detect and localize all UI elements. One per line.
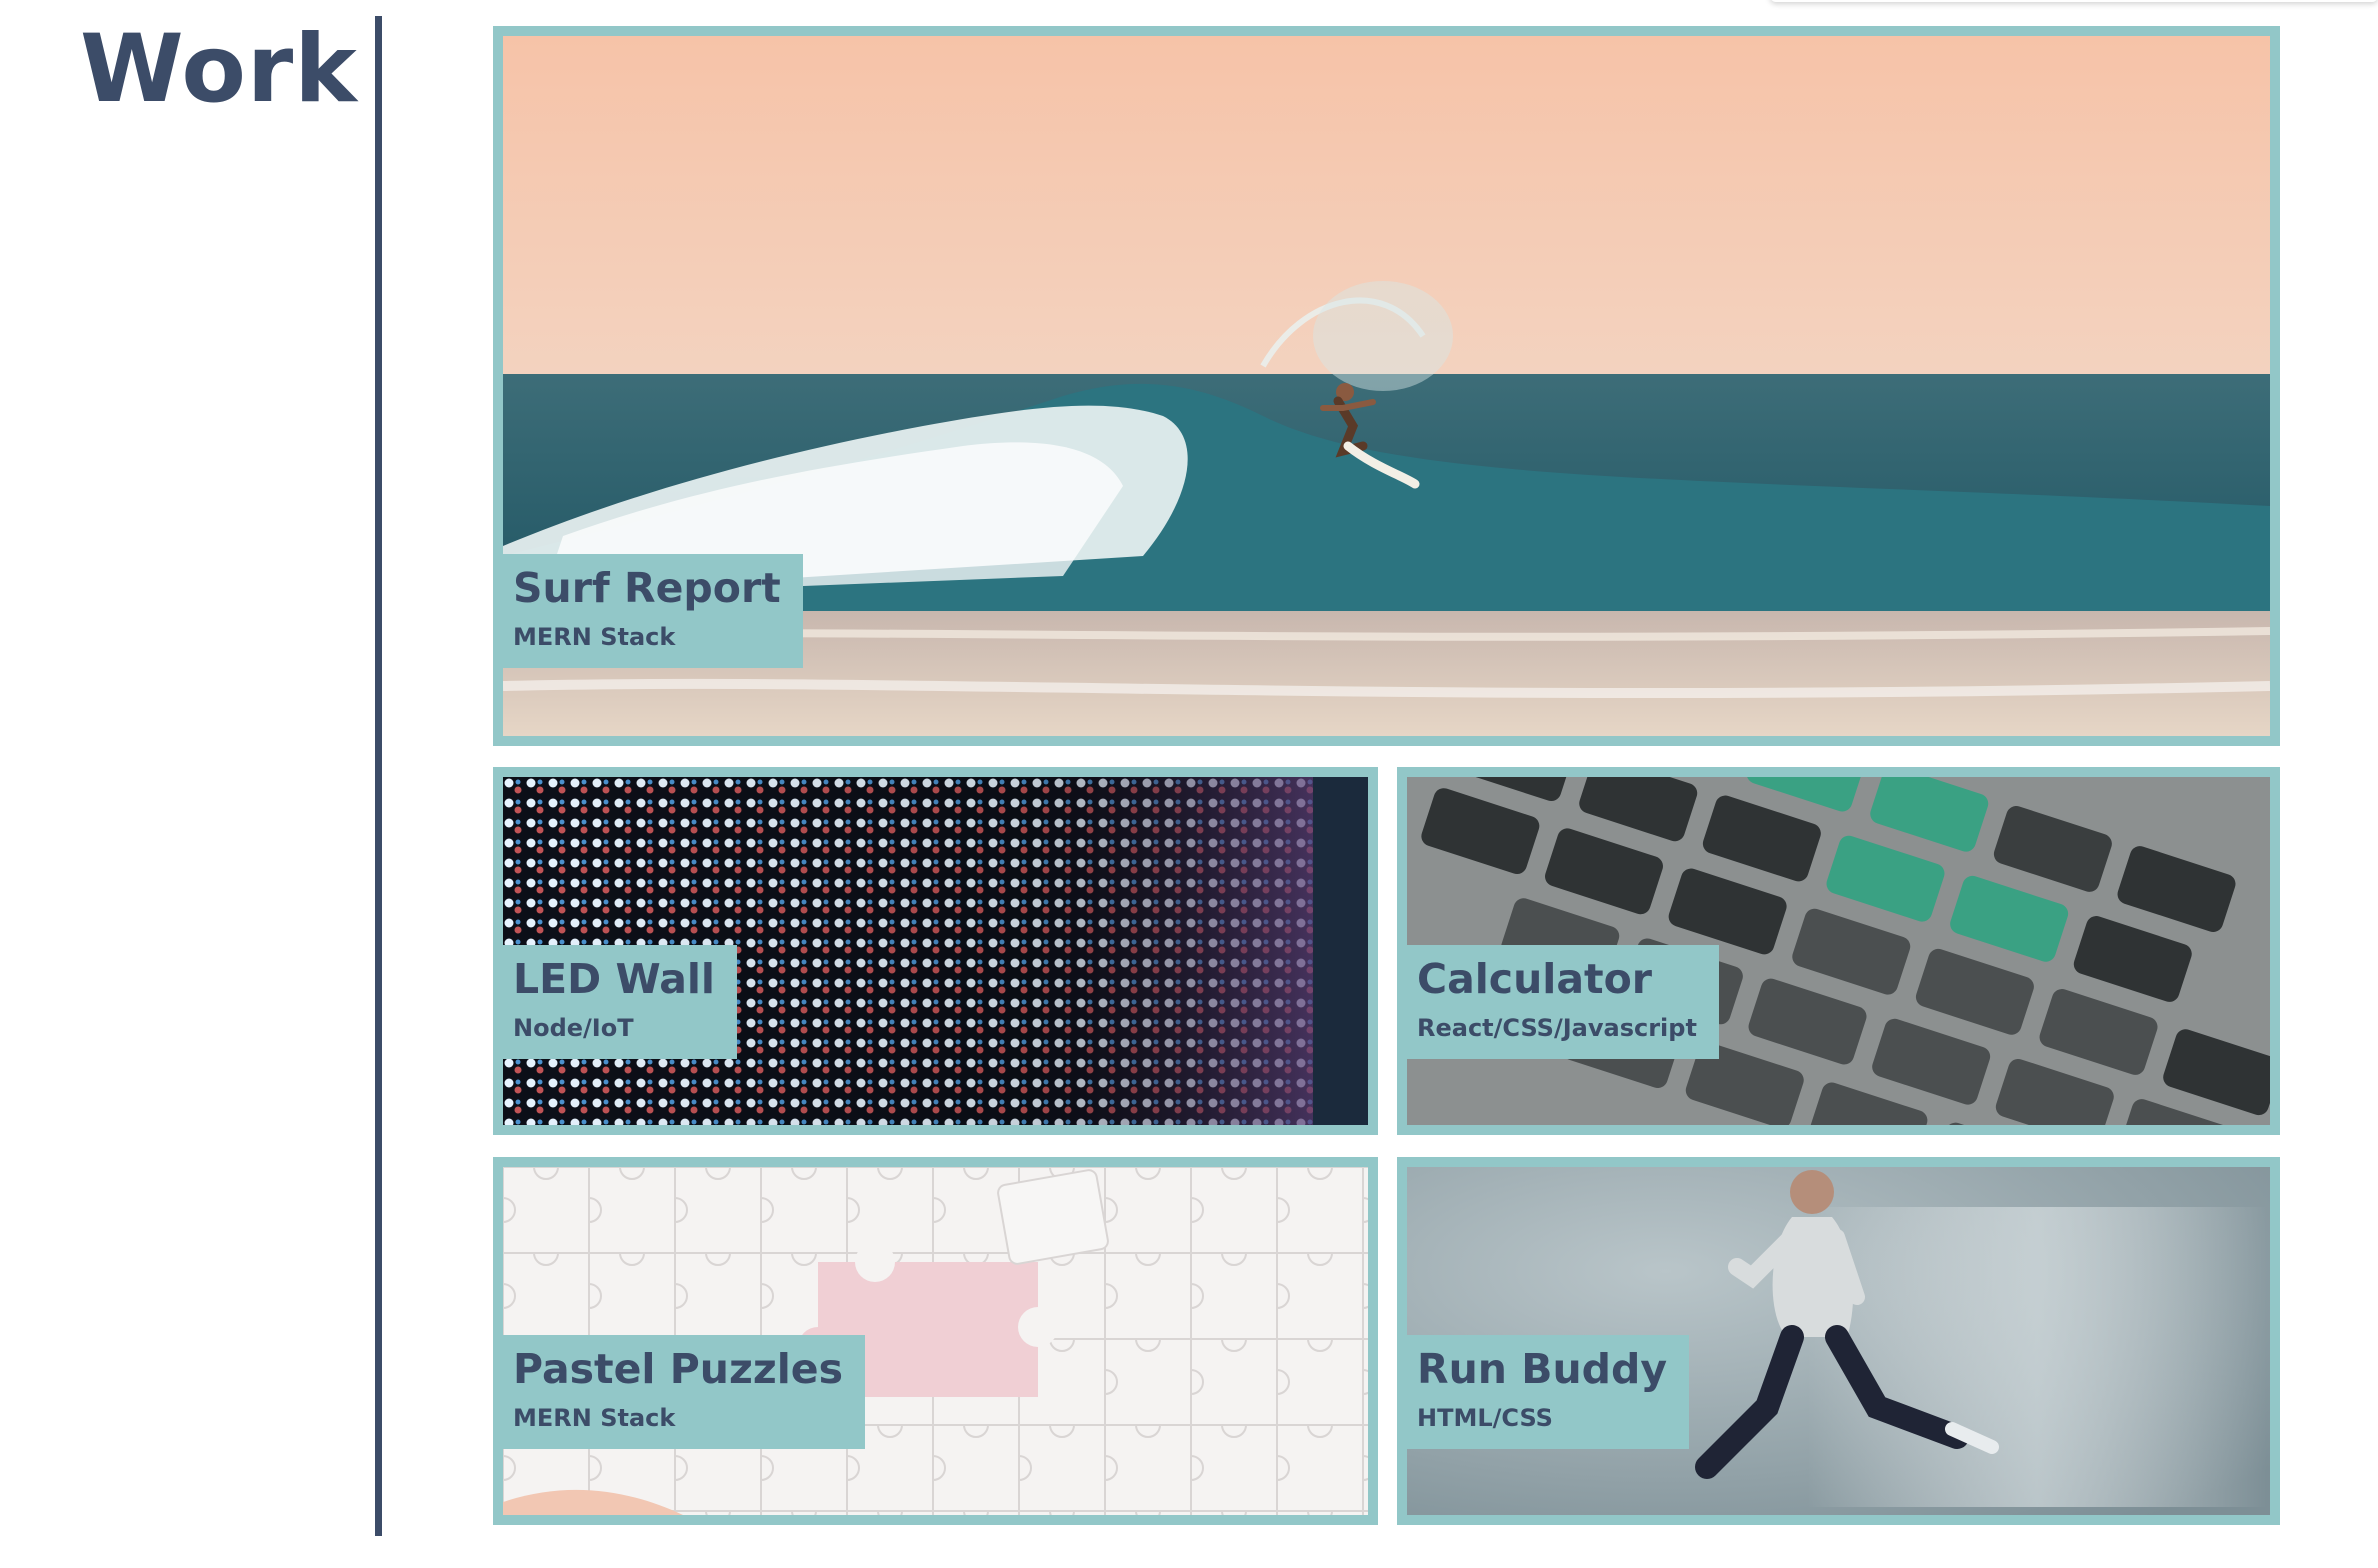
project-caption: Calculator React/CSS/Javascript bbox=[1407, 945, 1719, 1059]
project-tech-stack: MERN Stack bbox=[513, 1404, 676, 1433]
section-divider bbox=[375, 16, 382, 1536]
project-title[interactable]: LED Wall bbox=[513, 955, 715, 1004]
project-caption: Run Buddy HTML/CSS bbox=[1407, 1335, 1690, 1449]
project-card-surf-report[interactable]: Surf Report MERN Stack bbox=[493, 26, 2280, 746]
project-card-led-wall[interactable]: LED Wall Node/IoT bbox=[493, 767, 1378, 1135]
project-tech-stack: HTML/CSS bbox=[1417, 1404, 1553, 1433]
project-caption: LED Wall Node/IoT bbox=[503, 945, 737, 1059]
project-title[interactable]: Pastel Puzzles bbox=[513, 1345, 843, 1394]
project-tech-stack: React/CSS/Javascript bbox=[1417, 1014, 1697, 1043]
project-caption: Pastel Puzzles MERN Stack bbox=[503, 1335, 865, 1449]
project-tech-stack: Node/IoT bbox=[513, 1014, 634, 1043]
project-title[interactable]: Surf Report bbox=[513, 564, 781, 613]
project-tech-stack: MERN Stack bbox=[513, 623, 676, 652]
project-card-run-buddy[interactable]: Run Buddy HTML/CSS bbox=[1397, 1157, 2280, 1525]
project-caption: Surf Report MERN Stack bbox=[503, 554, 803, 668]
project-title[interactable]: Run Buddy bbox=[1417, 1345, 1667, 1394]
section-title: Work bbox=[80, 15, 358, 124]
project-card-pastel-puzzles[interactable]: Pastel Puzzles MERN Stack bbox=[493, 1157, 1378, 1525]
project-title[interactable]: Calculator bbox=[1417, 955, 1697, 1004]
dropdown-edge bbox=[1770, 0, 2378, 2]
project-card-calculator[interactable]: Calculator React/CSS/Javascript bbox=[1397, 767, 2280, 1135]
